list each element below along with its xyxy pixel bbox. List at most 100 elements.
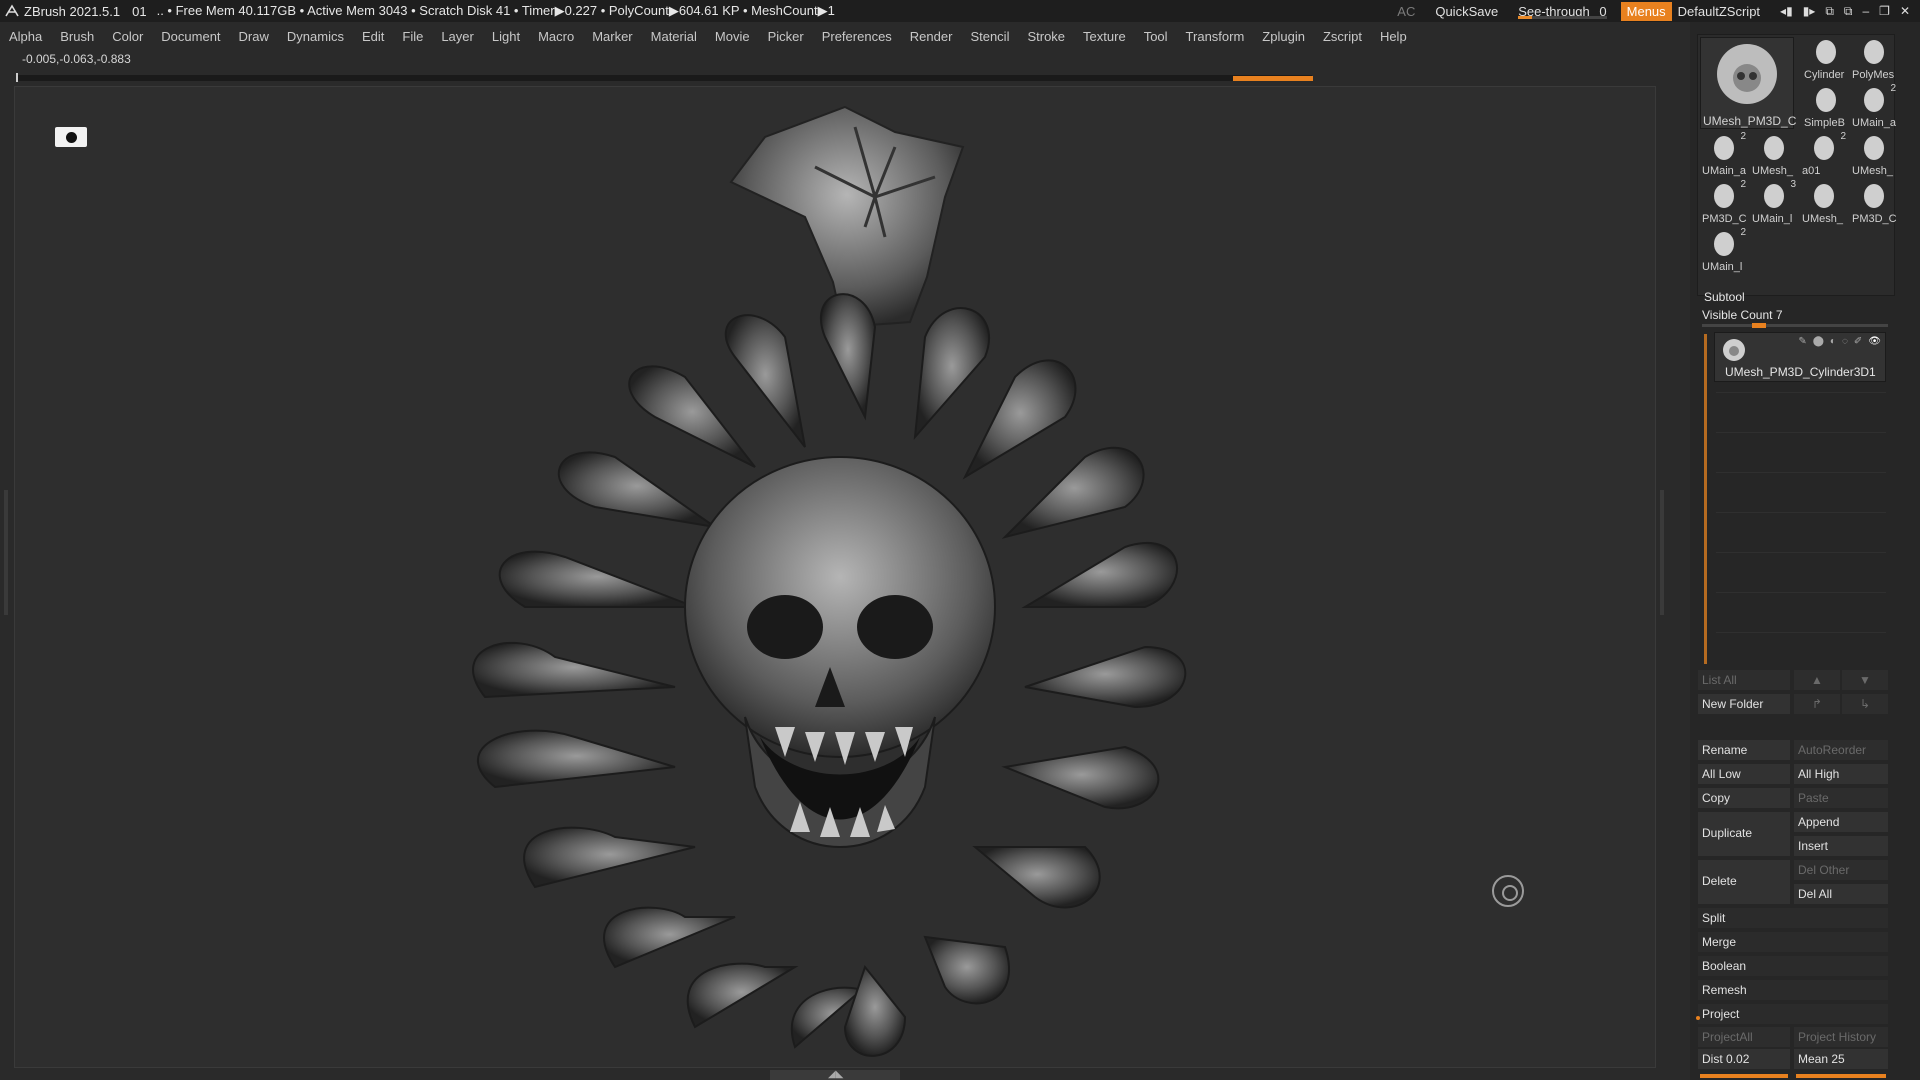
tool-thumb[interactable]: PolyMes xyxy=(1850,35,1898,81)
mean-slider[interactable]: Mean 25 xyxy=(1794,1049,1888,1069)
sculpt-model-render[interactable] xyxy=(15,87,1657,1069)
visible-count-thumb[interactable] xyxy=(1752,323,1766,328)
tool-thumb[interactable]: SimpleB xyxy=(1802,83,1850,129)
document-canvas[interactable] xyxy=(14,86,1656,1068)
folder-icon[interactable]: ◐ xyxy=(1830,336,1836,347)
menu-picker[interactable]: Picker xyxy=(759,29,813,44)
menu-material[interactable]: Material xyxy=(642,29,706,44)
visible-count-slider[interactable] xyxy=(1702,323,1888,328)
see-through-slider[interactable]: See-through 0 xyxy=(1508,4,1616,19)
tool-thumb[interactable]: 2 a01 xyxy=(1800,131,1848,177)
duplicate-button[interactable]: Duplicate xyxy=(1698,812,1790,856)
all-low-button[interactable]: All Low xyxy=(1698,764,1790,784)
del-all-button[interactable]: Del All xyxy=(1794,884,1888,904)
shelf-orange-indicator[interactable] xyxy=(1233,76,1313,81)
ac-toggle[interactable]: AC xyxy=(1387,4,1425,19)
rename-button[interactable]: Rename xyxy=(1698,740,1790,760)
tool-thumb[interactable]: UMesh_ xyxy=(1750,131,1798,177)
default-zscript-button[interactable]: DefaultZScript xyxy=(1676,4,1770,19)
menu-transform[interactable]: Transform xyxy=(1177,29,1254,44)
move-in-icon[interactable]: ↳ xyxy=(1842,694,1888,714)
insert-button[interactable]: Insert xyxy=(1794,836,1888,856)
tool-thumb[interactable]: Cylinder xyxy=(1802,35,1850,81)
layout-icon[interactable]: ⧉ xyxy=(1825,4,1834,19)
menu-layer[interactable]: Layer xyxy=(432,29,483,44)
tool-thumb[interactable]: UMesh_ xyxy=(1800,179,1848,225)
menu-texture[interactable]: Texture xyxy=(1074,29,1135,44)
menu-help[interactable]: Help xyxy=(1371,29,1416,44)
append-button[interactable]: Append xyxy=(1794,812,1888,832)
project-menu[interactable]: Project xyxy=(1698,1004,1888,1024)
menu-stencil[interactable]: Stencil xyxy=(961,29,1018,44)
new-folder-button[interactable]: New Folder xyxy=(1698,694,1790,714)
remesh-menu[interactable]: Remesh xyxy=(1698,980,1888,1000)
left-tray-handle[interactable] xyxy=(4,490,8,615)
tool-thumb[interactable]: PM3D_C xyxy=(1850,179,1898,225)
tool-thumb[interactable]: UMesh_ xyxy=(1850,131,1898,177)
split-menu[interactable]: Split xyxy=(1698,908,1888,928)
dist-slider[interactable]: Dist 0.02 xyxy=(1698,1049,1790,1069)
menu-brush[interactable]: Brush xyxy=(51,29,103,44)
menu-color[interactable]: Color xyxy=(103,29,152,44)
paste-button[interactable]: Paste xyxy=(1794,788,1888,808)
hide-right-tray-icon[interactable]: ▮▸ xyxy=(1803,4,1816,18)
menu-alpha[interactable]: Alpha xyxy=(0,29,51,44)
menu-dynamics[interactable]: Dynamics xyxy=(278,29,353,44)
subtool-header[interactable]: Subtool xyxy=(1704,290,1745,304)
bottom-tray-handle[interactable]: ◢◣ xyxy=(770,1070,900,1080)
quicksave-button[interactable]: QuickSave xyxy=(1425,4,1508,19)
menu-zscript[interactable]: Zscript xyxy=(1314,29,1371,44)
menu-render[interactable]: Render xyxy=(901,29,962,44)
polypaint-icon[interactable]: ✎ xyxy=(1798,336,1806,347)
merge-menu[interactable]: Merge xyxy=(1698,932,1888,952)
tool-thumb[interactable]: 2 UMain_a xyxy=(1850,83,1898,129)
move-out-icon[interactable]: ↱ xyxy=(1794,694,1840,714)
project-history-button[interactable]: Project History xyxy=(1794,1027,1888,1047)
menu-tool[interactable]: Tool xyxy=(1135,29,1177,44)
menu-marker[interactable]: Marker xyxy=(583,29,641,44)
tool-thumb[interactable]: 3 UMain_l xyxy=(1750,179,1798,225)
delete-button[interactable]: Delete xyxy=(1698,860,1790,904)
menu-light[interactable]: Light xyxy=(483,29,529,44)
layout-alt-icon[interactable]: ⧉ xyxy=(1844,4,1853,19)
tool-thumb[interactable]: 2 PM3D_C xyxy=(1700,179,1748,225)
menu-edit[interactable]: Edit xyxy=(353,29,393,44)
del-other-button[interactable]: Del Other xyxy=(1794,860,1888,880)
menu-preferences[interactable]: Preferences xyxy=(813,29,901,44)
move-down-icon[interactable]: ▼ xyxy=(1842,670,1888,690)
minimize-icon[interactable]: – xyxy=(1862,4,1869,18)
autoreorder-button[interactable]: AutoReorder xyxy=(1794,740,1888,760)
list-all-button[interactable]: List All xyxy=(1698,670,1790,690)
menu-file[interactable]: File xyxy=(393,29,432,44)
subtool-scrollbar[interactable] xyxy=(1704,334,1707,664)
tool-palette: UMesh_PM3D_C Cylinder PolyMes SimpleB 2 UMai… xyxy=(1697,34,1898,296)
camera-icon[interactable] xyxy=(55,127,87,147)
subtool-item[interactable]: ✎ ⬤ ◐ ◌ ✐ 👁 UMesh_PM3D_Cylinder3D1 xyxy=(1714,332,1886,382)
menu-zplugin[interactable]: Zplugin xyxy=(1253,29,1314,44)
toggle-icon[interactable]: ⬤ xyxy=(1813,336,1824,347)
all-high-button[interactable]: All High xyxy=(1794,764,1888,784)
solo-icon[interactable]: ◌ xyxy=(1842,336,1848,347)
see-through-thumb[interactable] xyxy=(1518,15,1533,19)
tool-thumb-label: SimpleB xyxy=(1804,117,1845,129)
menu-draw[interactable]: Draw xyxy=(230,29,278,44)
menus-toggle-button[interactable]: Menus xyxy=(1620,1,1672,21)
move-up-icon[interactable]: ▲ xyxy=(1794,670,1840,690)
menu-macro[interactable]: Macro xyxy=(529,29,583,44)
menu-stroke[interactable]: Stroke xyxy=(1018,29,1074,44)
brush-icon[interactable]: ✐ xyxy=(1854,336,1862,347)
restore-icon[interactable]: ❐ xyxy=(1879,4,1890,18)
visible-count[interactable]: Visible Count 7 xyxy=(1702,308,1783,322)
copy-button[interactable]: Copy xyxy=(1698,788,1790,808)
close-icon[interactable]: ✕ xyxy=(1900,4,1910,18)
right-tray-handle[interactable] xyxy=(1660,490,1664,615)
projectall-button[interactable]: ProjectAll xyxy=(1698,1027,1790,1047)
menu-document[interactable]: Document xyxy=(152,29,229,44)
boolean-menu[interactable]: Boolean xyxy=(1698,956,1888,976)
eye-icon[interactable]: 👁 xyxy=(1868,336,1881,347)
current-tool-thumb[interactable]: UMesh_PM3D_C xyxy=(1700,37,1796,129)
tool-thumb[interactable]: 2 UMain_l xyxy=(1700,227,1748,273)
tool-thumb[interactable]: 2 UMain_a xyxy=(1700,131,1748,177)
menu-movie[interactable]: Movie xyxy=(706,29,759,44)
hide-left-tray-icon[interactable]: ◂▮ xyxy=(1780,4,1793,18)
